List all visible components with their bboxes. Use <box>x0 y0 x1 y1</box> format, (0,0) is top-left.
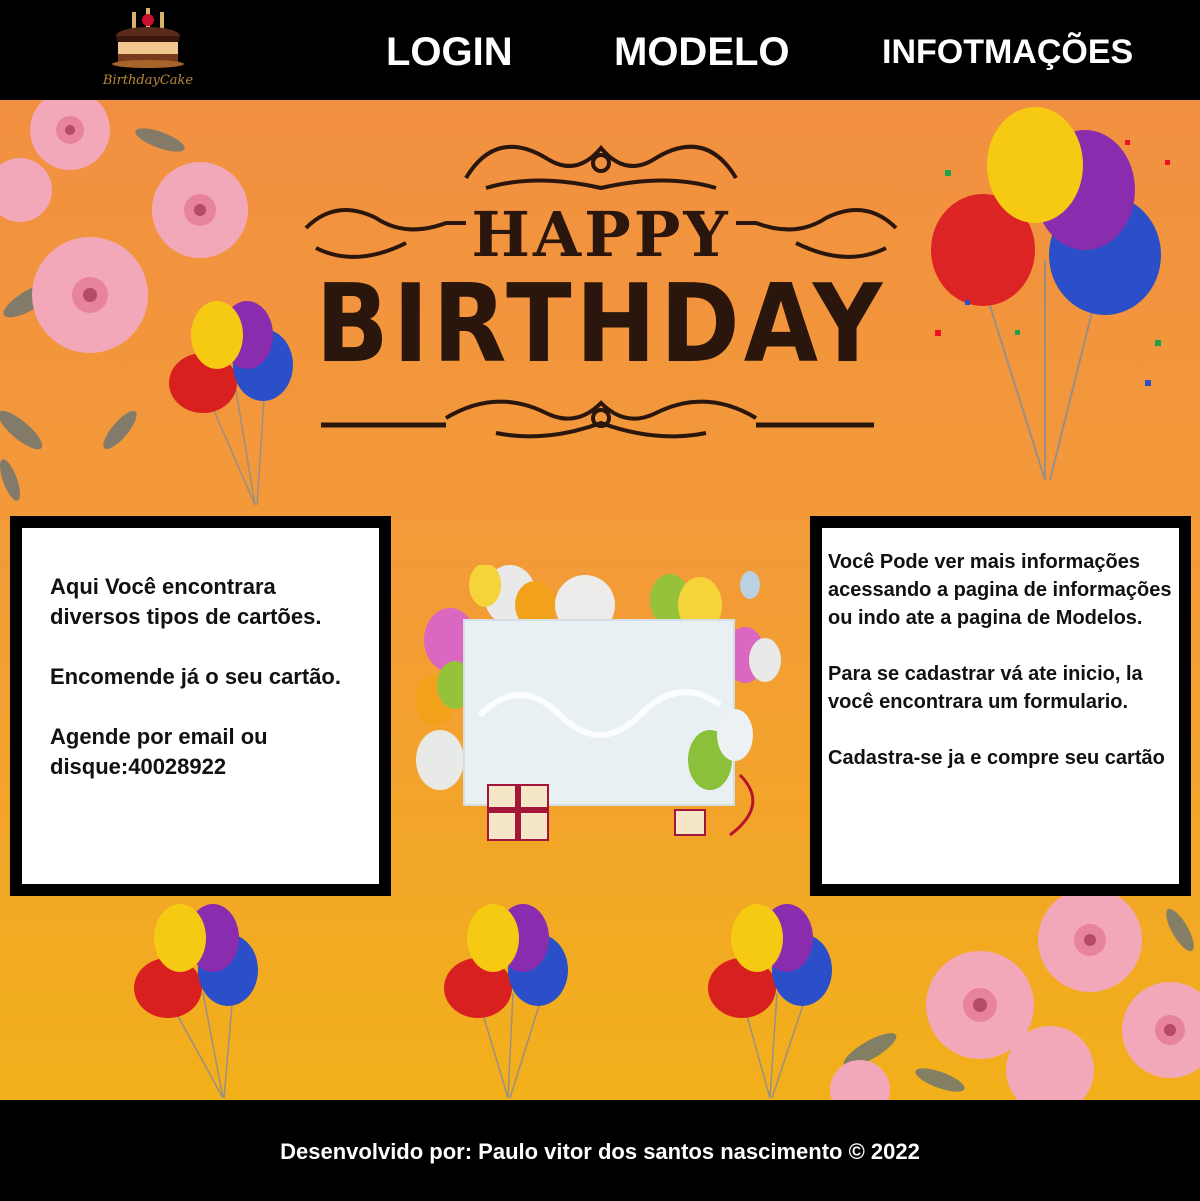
info-paragraph: Aqui Você encontrara diversos tipos de c… <box>50 574 322 629</box>
balloons-left-decoration <box>169 301 293 506</box>
info-box-left: Aqui Você encontrara diversos tipos de c… <box>10 516 391 896</box>
main-banner: HAPPY BIRTHDAY Aqui Você encontrara dive… <box>0 100 1200 1100</box>
happy-birthday-title: HAPPY BIRTHDAY <box>296 118 906 448</box>
info-paragraph: Encomende já o seu cartão. <box>50 664 341 689</box>
footer-credits: Desenvolvido por: Paulo vitor dos santos… <box>280 1139 920 1164</box>
balloons-bottom-center-decoration <box>444 904 568 1098</box>
birthday-cake-logo[interactable]: BirthdayCake <box>98 4 198 98</box>
nav-informacoes-link[interactable]: INFOTMAÇÕES <box>882 33 1133 72</box>
balloons-bottom-left-decoration <box>134 904 258 1098</box>
title-birthday: BIRTHDAY <box>315 261 887 387</box>
info-paragraph: Você Pode ver mais informações acessando… <box>828 551 1172 629</box>
flowers-bottom-right-decoration <box>830 890 1200 1100</box>
info-paragraph: Agende por email ou disque:40028922 <box>50 724 268 779</box>
info-paragraph: Cadastra-se ja e compre seu cartão <box>828 747 1165 769</box>
nav-modelo-link[interactable]: MODELO <box>614 30 790 75</box>
info-box-right: Você Pode ver mais informações acessando… <box>810 516 1191 896</box>
birthday-cake-icon: BirthdayCake <box>102 8 194 88</box>
footer: Desenvolvido por: Paulo vitor dos santos… <box>0 1100 1200 1201</box>
title-happy: HAPPY <box>471 198 731 271</box>
balloons-right-decoration <box>931 107 1170 481</box>
info-paragraph: Para se cadastrar vá ate inicio, la você… <box>828 663 1143 713</box>
nav-login-link[interactable]: LOGIN <box>386 30 513 75</box>
top-navbar: BirthdayCake LOGIN MODELO INFOTMAÇÕES <box>0 0 1200 100</box>
svg-text:BirthdayCake: BirthdayCake <box>102 73 194 88</box>
birthday-card-image <box>415 565 781 841</box>
